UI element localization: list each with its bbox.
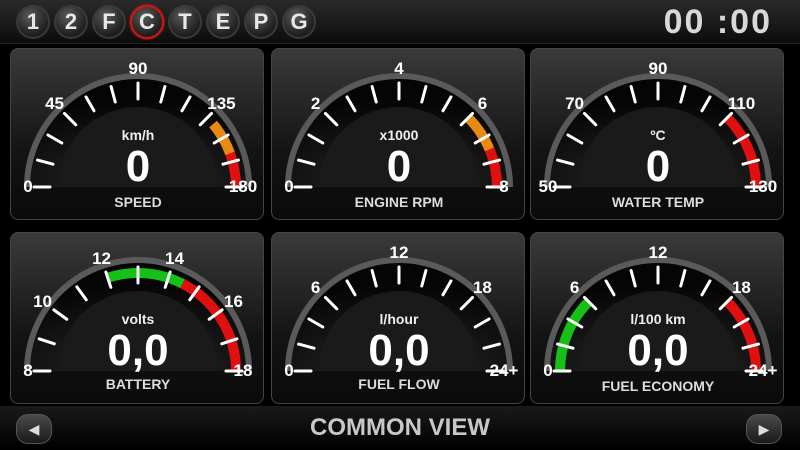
- gauge-unit: l/hour: [379, 311, 419, 327]
- gauge-engine-rpm[interactable]: x1000 0 ENGINE RPM 0 2 4 6 8: [271, 48, 525, 220]
- gauge-tick-label: 0: [284, 177, 294, 196]
- gauge-tick-label: 6: [569, 277, 580, 297]
- gauge-tick-label: 6: [477, 93, 488, 113]
- gauge-value: 0: [386, 142, 412, 191]
- gauge-tick-label: 16: [223, 291, 243, 311]
- gauge-tick-label: 12: [389, 243, 409, 262]
- gauge-battery[interactable]: volts 0,0 BATTERY 8 10 12 14 16 18: [10, 232, 264, 404]
- gauge-tick-label: 70: [565, 93, 585, 113]
- gauge-unit: volts: [121, 311, 155, 327]
- gauge-tick-label: 12: [92, 248, 111, 268]
- gauge-speed[interactable]: km/h 0 SPEED 0 45 90 135 180: [10, 48, 264, 220]
- gauge-tick-label: 10: [33, 291, 52, 311]
- gauge-tick-label: 4: [394, 59, 404, 78]
- tab-1[interactable]: 1: [16, 5, 50, 39]
- gauge-tick-label: 0: [23, 177, 33, 196]
- gauge-tick-label: 12: [648, 243, 668, 262]
- gauge-tick-label: 90: [128, 59, 148, 78]
- gauge-tick-label: 8: [499, 177, 509, 196]
- gauge-tick-label: 14: [164, 248, 184, 268]
- tab-e[interactable]: E: [206, 5, 240, 39]
- gauge-tick-label: 90: [648, 59, 668, 78]
- gauge-tick-label: 18: [731, 277, 751, 297]
- gauge-fuel-economy[interactable]: l/100 km 0,0 FUEL ECONOMY 0 6 12 18 24+: [530, 232, 784, 404]
- tab-p[interactable]: P: [244, 5, 278, 39]
- right-arrow-icon: ▶: [758, 420, 770, 437]
- gauge-tick-label: 130: [748, 177, 778, 196]
- page-tabs: 1 2 F C T E P G: [16, 5, 316, 39]
- gauge-tick-label: 0: [284, 361, 294, 380]
- gauge-value: 0,0: [368, 326, 430, 375]
- gauge-grid: km/h 0 SPEED 0 45 90 135 180 x1000 0 ENGINE …: [10, 48, 794, 404]
- gauge-tick-label: 18: [472, 277, 492, 297]
- tab-t[interactable]: T: [168, 5, 202, 39]
- gauge-unit: l/100 km: [630, 311, 686, 327]
- tab-2[interactable]: 2: [54, 5, 88, 39]
- gauge-name: SPEED: [114, 194, 162, 210]
- gauge-tick-label: 24+: [489, 361, 519, 380]
- gauge-unit: km/h: [121, 127, 155, 143]
- bottom-bar: ◀ COMMON VIEW ▶: [0, 406, 800, 450]
- gauge-name: BATTERY: [105, 376, 171, 392]
- gauge-name: ENGINE RPM: [354, 194, 444, 210]
- gauge-tick-label: 2: [310, 93, 321, 113]
- gauge-tick-label: 50: [538, 177, 558, 196]
- gauge-unit: x1000: [379, 127, 419, 143]
- gauge-tick-label: 8: [23, 361, 33, 380]
- tab-f[interactable]: F: [92, 5, 126, 39]
- gauge-value: 0: [125, 142, 151, 191]
- gauge-value: 0,0: [107, 326, 169, 375]
- gauge-unit: ºC: [650, 127, 666, 143]
- gauge-fuel-flow[interactable]: l/hour 0,0 FUEL FLOW 0 6 12 18 24+: [271, 232, 525, 404]
- gauge-tick-label: 24+: [748, 361, 778, 380]
- clock: 00 :00: [663, 3, 772, 41]
- gauge-value: 0: [645, 142, 671, 191]
- gauge-value: 0,0: [627, 326, 689, 375]
- top-bar: 1 2 F C T E P G 00 :00: [0, 0, 800, 44]
- gauge-name: WATER TEMP: [611, 194, 705, 210]
- gauge-tick-label: 135: [207, 93, 236, 113]
- gauge-tick-label: 180: [228, 177, 258, 196]
- gauge-tick-label: 0: [543, 361, 553, 380]
- gauge-tick-label: 18: [233, 361, 253, 380]
- gauge-tick-label: 45: [45, 93, 65, 113]
- gauge-name: FUEL FLOW: [358, 376, 440, 392]
- next-page-button[interactable]: ▶: [746, 414, 782, 444]
- view-title: COMMON VIEW: [310, 414, 490, 441]
- gauge-name: FUEL ECONOMY: [601, 378, 715, 394]
- gauge-tick-label: 6: [310, 277, 321, 297]
- gauge-water-temp[interactable]: ºC 0 WATER TEMP 50 70 90 110 130: [530, 48, 784, 220]
- tab-g[interactable]: G: [282, 5, 316, 39]
- gauge-tick-label: 110: [727, 93, 756, 113]
- tab-c[interactable]: C: [130, 5, 164, 39]
